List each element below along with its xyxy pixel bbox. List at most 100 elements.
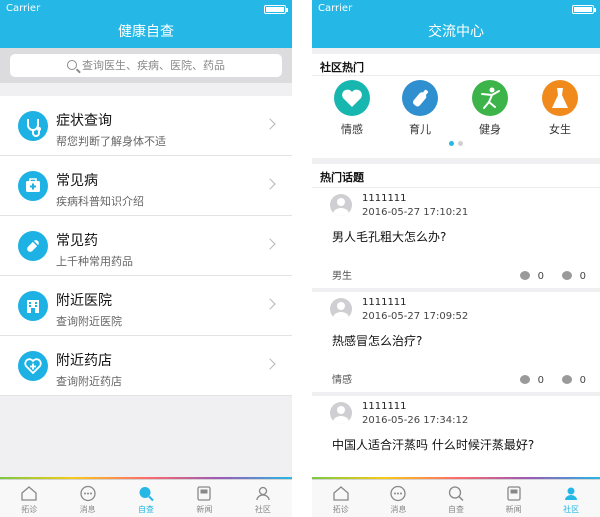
heart-icon: [334, 80, 370, 116]
page-indicator[interactable]: [312, 131, 600, 150]
search-icon: [448, 486, 464, 502]
page-dot-active: [449, 141, 454, 146]
post-username: 1111111: [362, 193, 407, 204]
menu-item-common-drug[interactable]: 常见药 上千种常用药品: [0, 216, 292, 276]
menu-item-title: 附近医院: [56, 293, 112, 309]
tab-label: 社区: [254, 505, 271, 514]
post-time: 2016-05-27 17:09:52: [362, 311, 469, 322]
tab-community[interactable]: 社区: [234, 480, 292, 517]
reply-count: 0: [519, 266, 544, 282]
comment-icon: [561, 370, 572, 384]
menu-item-subtitle: 帮您判断了解身体不适: [56, 135, 166, 148]
tab-bar: 拓诊 消息 自查 新闻 社区: [312, 479, 600, 517]
message-icon: [79, 485, 96, 502]
menu-item-subtitle: 上千种常用药品: [56, 255, 133, 268]
hot-item-emotion[interactable]: 情感: [326, 80, 378, 137]
news-icon: [506, 486, 521, 501]
tab-community[interactable]: 社区: [542, 480, 600, 517]
section-title-hot: 社区热门: [312, 54, 600, 76]
post-card[interactable]: 1111111 2016-05-27 17:10:21 男人毛孔粗大怎么办? 男…: [312, 188, 600, 292]
tab-news[interactable]: 新闻: [485, 480, 543, 517]
pill-icon: [18, 231, 48, 261]
menu-item-subtitle: 查询附近医院: [56, 315, 122, 328]
tab-news[interactable]: 新闻: [175, 480, 233, 517]
tab-self-check[interactable]: 自查: [117, 480, 175, 517]
post-category: 男生: [332, 271, 352, 282]
tab-label: 自查: [447, 505, 464, 514]
battery-icon: [572, 5, 596, 14]
tab-label: 社区: [563, 505, 580, 514]
hot-categories: 情感 育儿 健身 女生: [312, 76, 600, 158]
tab-label: 新闻: [196, 505, 213, 514]
post-title: 中国人适合汗蒸吗 什么时候汗蒸最好?: [332, 438, 535, 452]
tab-self-check[interactable]: 自查: [427, 480, 485, 517]
health-menu: 症状查询 帮您判断了解身体不适 常见病 疾病科普知识介绍 常见药 上千种常用药品…: [0, 96, 292, 396]
community-icon: [256, 486, 270, 501]
tab-messages[interactable]: 消息: [370, 480, 428, 517]
search-input[interactable]: 查询医生、疾病、医院、药品: [10, 54, 282, 77]
section-title-topics: 热门话题: [312, 164, 600, 188]
menu-item-common-disease[interactable]: 常见病 疾病科普知识介绍: [0, 156, 292, 216]
hot-item-fitness[interactable]: 健身: [464, 80, 516, 137]
post-card[interactable]: 1111111 2016-05-27 17:09:52 热感冒怎么治疗? 情感 …: [312, 292, 600, 396]
home-icon: [21, 486, 37, 501]
tab-label: 新闻: [505, 505, 522, 514]
carrier-label: Carrier: [318, 3, 353, 14]
post-title: 热感冒怎么治疗?: [332, 334, 423, 348]
tab-label: 自查: [138, 505, 155, 514]
home-icon: [333, 486, 349, 501]
page-dot: [458, 141, 463, 146]
status-bar: Carrier: [312, 0, 600, 18]
hot-item-girls[interactable]: 女生: [534, 80, 586, 137]
view-count: 0: [561, 370, 586, 386]
hot-item-parenting[interactable]: 育儿: [394, 80, 446, 137]
stethoscope-icon: [18, 111, 48, 141]
community-screen: Carrier 交流中心 社区热门 情感 育儿 健身 女生 热门话题 11111…: [312, 0, 600, 517]
fitness-icon: [472, 80, 508, 116]
avatar: [330, 298, 352, 320]
menu-item-title: 症状查询: [56, 113, 112, 129]
pharmacy-icon: [18, 351, 48, 381]
battery-icon: [264, 5, 288, 14]
tab-messages[interactable]: 消息: [58, 480, 116, 517]
page-title: 交流中心: [312, 18, 600, 48]
status-bar: Carrier: [0, 0, 292, 18]
menu-item-title: 常见病: [56, 173, 98, 189]
tab-home[interactable]: 拓诊: [312, 480, 370, 517]
avatar: [330, 402, 352, 424]
tab-label: 拓诊: [21, 505, 38, 514]
avatar: [330, 194, 352, 216]
menu-item-title: 附近药店: [56, 353, 112, 369]
menu-item-nearby-hospital[interactable]: 附近医院 查询附近医院: [0, 276, 292, 336]
baby-bottle-icon: [402, 80, 438, 116]
community-icon: [565, 487, 578, 500]
tab-home[interactable]: 拓诊: [0, 480, 58, 517]
health-check-screen: Carrier 健康自查 查询医生、疾病、医院、药品 症状查询 帮您判断了解身体…: [0, 0, 292, 517]
post-username: 1111111: [362, 401, 407, 412]
dress-icon: [542, 80, 578, 116]
hospital-icon: [18, 291, 48, 321]
tab-label: 消息: [390, 505, 407, 514]
menu-item-symptom[interactable]: 症状查询 帮您判断了解身体不适: [0, 96, 292, 156]
post-category: 情感: [332, 375, 352, 386]
tab-label: 消息: [79, 505, 96, 514]
menu-item-nearby-pharmacy[interactable]: 附近药店 查询附近药店: [0, 336, 292, 396]
post-title: 男人毛孔粗大怎么办?: [332, 230, 447, 244]
carrier-label: Carrier: [6, 3, 41, 14]
comment-icon: [561, 266, 572, 280]
news-icon: [197, 486, 212, 501]
tab-label: 拓诊: [332, 505, 349, 514]
menu-item-title: 常见药: [56, 233, 98, 249]
search-placeholder: 查询医生、疾病、医院、药品: [82, 59, 225, 72]
comment-icon: [519, 266, 530, 280]
view-count: 0: [561, 266, 586, 282]
search-bar: 查询医生、疾病、医院、药品: [0, 48, 292, 83]
post-time: 2016-05-26 17:34:12: [362, 415, 469, 426]
medical-kit-icon: [18, 171, 48, 201]
comment-icon: [519, 370, 530, 384]
reply-count: 0: [519, 370, 544, 386]
search-icon: [139, 487, 154, 502]
menu-item-subtitle: 查询附近药店: [56, 375, 122, 388]
post-time: 2016-05-27 17:10:21: [362, 207, 469, 218]
search-icon: [67, 60, 77, 70]
